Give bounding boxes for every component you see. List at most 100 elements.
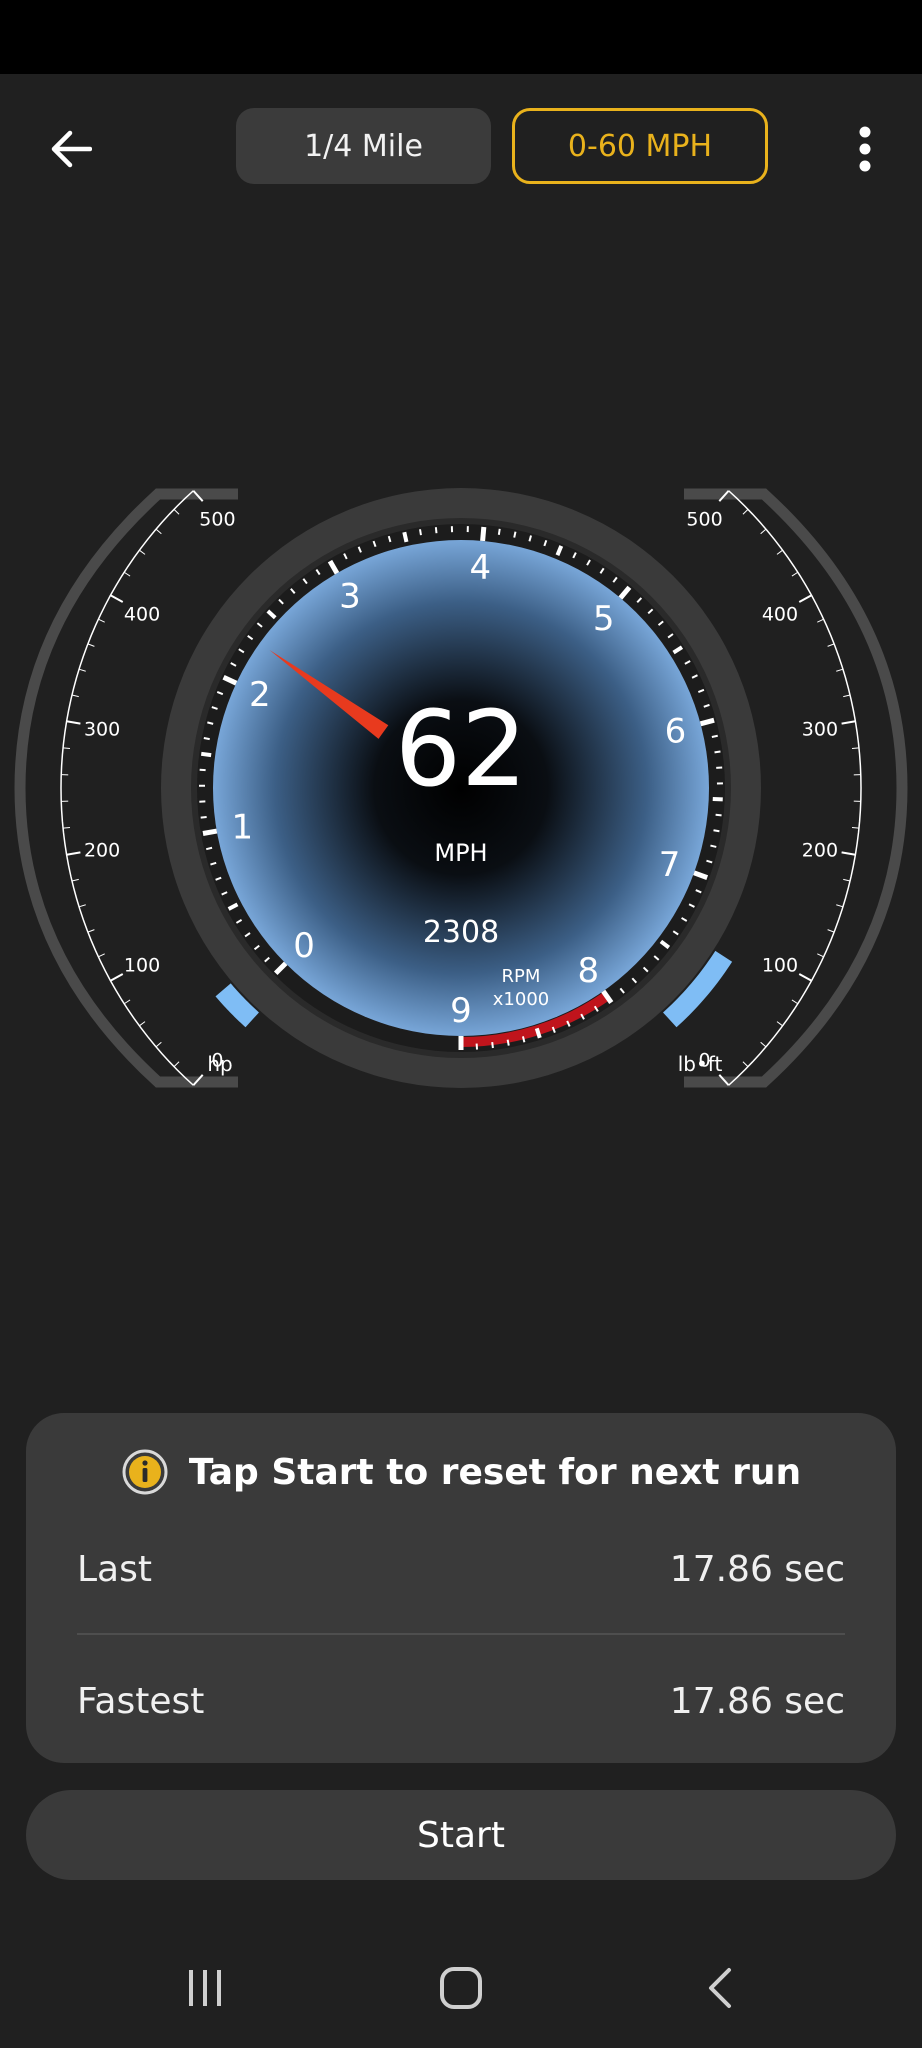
torque-tick (791, 999, 799, 1005)
run-results-card: Tap Start to reset for next run Last 17.… (26, 1413, 896, 1763)
home-button[interactable] (421, 1948, 501, 2028)
torque-tick (776, 1021, 783, 1027)
torque-tick (843, 878, 851, 882)
torque-tick (836, 904, 844, 908)
hp-unit: hp (207, 1052, 232, 1076)
rpm-tick (513, 531, 517, 538)
torque-tick (843, 694, 851, 698)
hp-tick-label: 300 (84, 718, 120, 740)
rpm-tick-label: 2 (249, 675, 271, 715)
torque-tick-label: 500 (686, 508, 722, 530)
rpm-tick (203, 737, 210, 741)
torque-tick (742, 1061, 749, 1068)
hp-tick-label: 100 (124, 954, 160, 976)
torque-tick (827, 929, 835, 933)
rpm-tick-label: 4 (470, 548, 492, 588)
torque-unit: lb•ft (678, 1052, 723, 1076)
rpm-tick-label: 6 (665, 712, 687, 752)
back-button[interactable] (40, 119, 100, 179)
rpm-unit-label: RPM (502, 966, 541, 987)
more-options-button[interactable] (845, 119, 885, 179)
torque-tick (776, 549, 783, 555)
hp-tick (123, 571, 131, 577)
arrow-left-icon (51, 130, 92, 168)
recents-button[interactable] (165, 1948, 245, 2028)
hp-tick (62, 747, 71, 750)
torque-tick (836, 668, 844, 672)
fastest-run-row: Fastest 17.86 sec (77, 1661, 845, 1741)
hp-tick-label: 500 (199, 508, 235, 530)
nav-back-icon (709, 1968, 731, 2008)
recents-icon (189, 1970, 221, 2006)
hp-tick (109, 973, 124, 982)
hp-tick (155, 1041, 162, 1048)
torque-tick (817, 618, 824, 623)
hp-tick (173, 508, 180, 515)
speed-value: 62 (395, 688, 527, 810)
rpm-value: 2308 (423, 915, 499, 950)
rpm-tick (521, 1036, 526, 1043)
torque-tick (742, 508, 749, 515)
hp-tick (139, 1021, 146, 1027)
hp-tick (98, 953, 105, 958)
hp-tick (71, 878, 79, 882)
tab-quarter-mile[interactable]: 1/4 Mile (236, 108, 491, 184)
hp-tick (87, 643, 95, 647)
hp-tick (66, 851, 81, 856)
rpm-multiplier-label: x1000 (493, 989, 549, 1010)
hp-tick (78, 668, 86, 672)
tab-zero-sixty[interactable]: 0-60 MPH (512, 108, 768, 184)
info-circle-icon (122, 1449, 168, 1495)
hp-tick (78, 904, 86, 908)
torque-tick (760, 1041, 767, 1048)
rpm-tick (714, 750, 721, 754)
torque-tick (851, 747, 860, 750)
hp-tick-label: 400 (124, 604, 160, 626)
speed-unit: MPH (434, 839, 487, 867)
torque-tick (817, 953, 824, 958)
torque-tick (841, 720, 856, 725)
rpm-tick (434, 527, 438, 534)
rpm-tick-label: 5 (593, 599, 615, 639)
torque-tick (791, 571, 799, 577)
last-label: Last (77, 1548, 152, 1590)
hp-tick (98, 618, 105, 623)
rpm-tick-label: 1 (232, 808, 254, 848)
system-nav-bar (0, 1930, 922, 2048)
hp-tick (71, 694, 79, 698)
torque-tick (760, 528, 767, 535)
torque-tick (798, 973, 813, 982)
hp-tick (123, 999, 131, 1005)
rpm-tick (710, 844, 717, 848)
top-bar: 1/4 Mile 0-60 MPH (0, 74, 922, 218)
torque-tick (851, 826, 860, 829)
rpm-tick (480, 526, 487, 542)
torque-tick (798, 594, 813, 603)
hp-tick (87, 929, 95, 933)
rpm-tick (699, 717, 715, 727)
rpm-tick (713, 829, 720, 833)
hp-tick (173, 1061, 180, 1068)
home-icon (440, 1967, 482, 2009)
rpm-tick (497, 528, 501, 535)
hp-tick (66, 720, 81, 725)
rpm-tick (200, 815, 207, 819)
last-run-row: Last 17.86 sec (77, 1529, 845, 1609)
rpm-tick (715, 813, 722, 817)
rpm-tick-label: 0 (293, 926, 315, 966)
start-button[interactable]: Start (26, 1790, 896, 1880)
more-vert-icon (859, 126, 871, 172)
fastest-label: Fastest (77, 1680, 205, 1722)
hp-tick (62, 826, 71, 829)
rpm-tick-label: 9 (450, 991, 472, 1031)
info-message: Tap Start to reset for next run (188, 1451, 802, 1493)
hp-tick (139, 549, 146, 555)
torque-tick-label: 300 (802, 718, 838, 740)
gauge-cluster: 0123456789 0 100 200 300 400 500 0 100 200 300 400… (0, 470, 922, 1110)
row-divider (77, 1633, 845, 1635)
rpm-tick (491, 1041, 494, 1049)
nav-back-button[interactable] (681, 1948, 761, 2028)
last-value: 17.86 sec (669, 1548, 845, 1590)
torque-tick-label: 100 (762, 954, 798, 976)
hp-tick (109, 594, 124, 603)
